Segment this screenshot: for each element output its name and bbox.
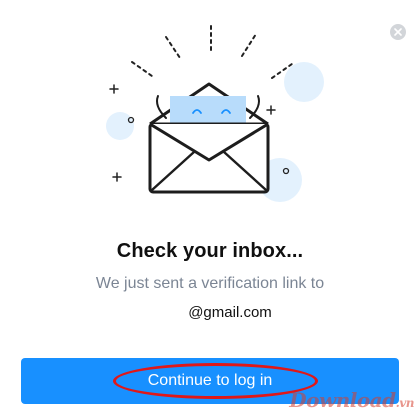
open-envelope-icon <box>106 25 324 202</box>
watermark-name: Download <box>289 388 396 412</box>
watermark-logo: Download.vn <box>289 388 414 412</box>
burst-lines <box>131 25 293 79</box>
page-title: Check your inbox... <box>116 240 304 262</box>
email-address: @gmail.com <box>188 304 272 321</box>
bubble-decoration <box>106 112 134 140</box>
continue-button-label: Continue to log in <box>147 372 273 389</box>
close-button[interactable] <box>390 24 406 40</box>
subtitle-text: We just sent a verification link to <box>95 275 325 292</box>
verification-dialog: Check your inbox... We just sent a verif… <box>0 0 420 414</box>
watermark-tld: .vn <box>395 396 415 410</box>
close-icon <box>394 28 402 36</box>
bubble-decoration <box>284 62 324 102</box>
